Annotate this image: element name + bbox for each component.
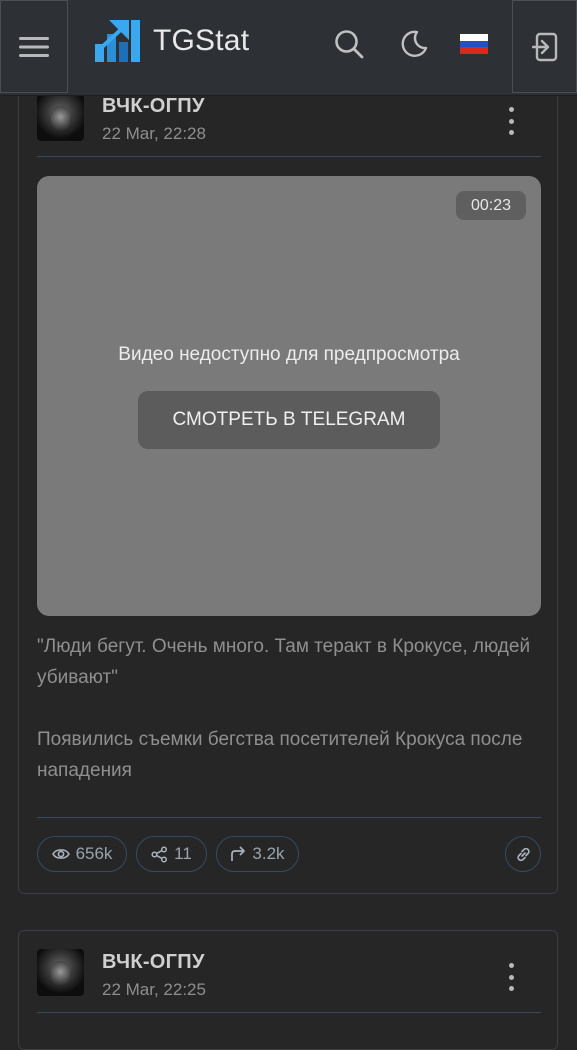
divider bbox=[37, 1012, 541, 1013]
views-count: 656k bbox=[75, 844, 113, 863]
channel-name[interactable]: ВЧК-ОГПУ bbox=[102, 951, 205, 974]
forwards-badge[interactable]: 3.2k bbox=[216, 836, 299, 872]
moon-icon bbox=[401, 30, 428, 57]
kebab-dot-icon bbox=[508, 963, 514, 968]
brand-name: TGStat bbox=[153, 24, 250, 57]
divider bbox=[37, 156, 541, 157]
post-header: ВЧК-ОГПУ 22 Mar, 22:25 bbox=[37, 949, 541, 1029]
russia-flag-icon bbox=[460, 34, 488, 54]
post-menu-button[interactable] bbox=[502, 963, 520, 991]
views-badge[interactable]: 656k bbox=[37, 836, 127, 872]
post-card: ВЧК-ОГПУ 22 Mar, 22:28 00:23 Видео недос… bbox=[18, 62, 558, 894]
channel-avatar[interactable] bbox=[37, 949, 84, 996]
video-duration: 00:23 bbox=[456, 191, 526, 220]
channel-avatar[interactable] bbox=[37, 94, 84, 141]
login-button[interactable] bbox=[512, 0, 577, 93]
post-card: ВЧК-ОГПУ 22 Mar, 22:25 bbox=[18, 930, 558, 1050]
post-date: 22 Mar, 22:28 bbox=[102, 124, 206, 143]
hamburger-icon bbox=[19, 36, 49, 57]
post-menu-button[interactable] bbox=[502, 107, 520, 135]
login-icon bbox=[531, 32, 557, 61]
kebab-dot-icon bbox=[508, 974, 514, 980]
menu-button[interactable] bbox=[0, 0, 68, 93]
brand-logo[interactable]: TGStat bbox=[95, 18, 249, 64]
forwards-count: 3.2k bbox=[252, 844, 285, 863]
shares-badge[interactable]: 11 bbox=[136, 836, 207, 872]
kebab-dot-icon bbox=[508, 986, 514, 991]
watch-in-telegram-button[interactable]: СМОТРЕТЬ В TELEGRAM bbox=[138, 391, 440, 449]
kebab-dot-icon bbox=[508, 130, 514, 135]
link-icon bbox=[516, 847, 530, 861]
language-flag-button[interactable] bbox=[460, 34, 488, 54]
post-text-paragraph: "Люди бегут. Очень много. Там теракт в К… bbox=[37, 636, 531, 688]
search-button[interactable] bbox=[333, 28, 365, 60]
kebab-dot-icon bbox=[508, 118, 514, 124]
theme-toggle-button[interactable] bbox=[398, 28, 430, 60]
top-header: TGStat bbox=[0, 0, 577, 96]
shares-count: 11 bbox=[174, 844, 192, 863]
post-date: 22 Mar, 22:25 bbox=[102, 980, 206, 999]
kebab-dot-icon bbox=[508, 107, 514, 112]
video-preview[interactable]: 00:23 Видео недоступно для предпросмотра… bbox=[37, 176, 541, 616]
tgstat-logo-icon bbox=[95, 20, 140, 62]
forward-arrow-icon bbox=[231, 846, 246, 861]
search-icon bbox=[335, 30, 364, 59]
video-unavailable-text: Видео недоступно для предпросмотра bbox=[118, 344, 460, 365]
share-icon bbox=[151, 845, 168, 863]
channel-name[interactable]: ВЧК-ОГПУ bbox=[102, 95, 205, 118]
post-header: ВЧК-ОГПУ 22 Mar, 22:28 bbox=[37, 94, 541, 174]
post-link-button[interactable] bbox=[505, 836, 541, 872]
post-stats: 656k 11 3.2k bbox=[37, 836, 541, 874]
divider bbox=[37, 817, 541, 818]
post-text-paragraph: Появились съемки бегства посетителей Кро… bbox=[37, 729, 523, 781]
eye-icon bbox=[51, 849, 70, 859]
